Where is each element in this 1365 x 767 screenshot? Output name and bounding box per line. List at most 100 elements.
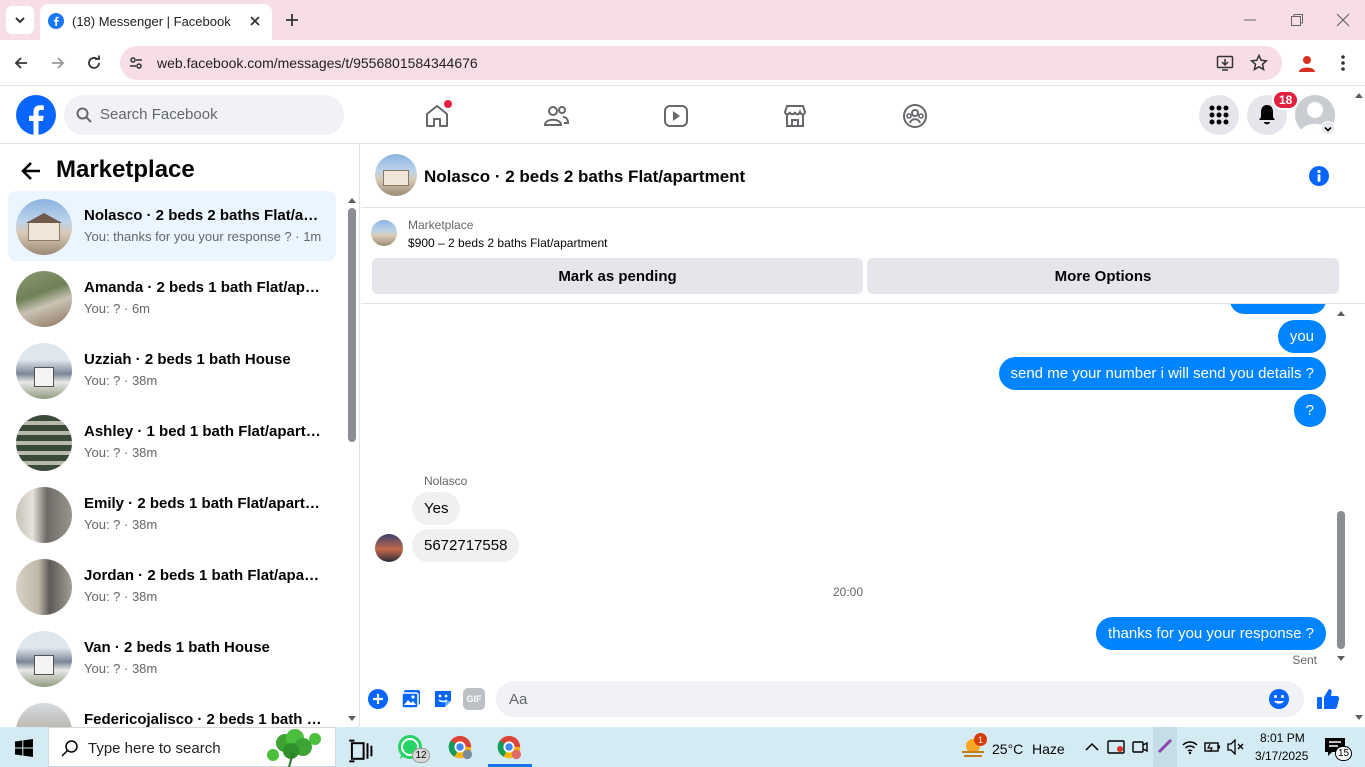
panel-title: Marketplace bbox=[56, 156, 195, 183]
conversation-title: Nolasco · 2 beds 2 baths Flat/apartment bbox=[84, 207, 324, 224]
mark-as-pending-button[interactable]: Mark as pending bbox=[372, 258, 863, 294]
conversation-item[interactable]: Emily · 2 beds 1 bath Flat/apartment You… bbox=[8, 479, 336, 549]
back-arrow-icon[interactable] bbox=[20, 160, 42, 182]
clock-time[interactable]: 8:01 PM bbox=[1260, 731, 1305, 745]
conversation-list-panel: Marketplace Nolasco · 2 beds 2 baths Fla… bbox=[0, 144, 360, 727]
browser-toolbar: web.facebook.com/messages/t/955680158434… bbox=[0, 40, 1365, 86]
video-icon[interactable] bbox=[662, 102, 690, 130]
incoming-message[interactable]: Yes bbox=[412, 492, 461, 525]
menu-button[interactable] bbox=[1199, 95, 1239, 135]
gif-button[interactable]: GIF bbox=[463, 688, 485, 710]
chat-scroll-down-icon[interactable] bbox=[1336, 655, 1346, 663]
grid-menu-icon bbox=[1209, 105, 1229, 125]
profile-icon[interactable] bbox=[1297, 53, 1317, 73]
kebab-menu-icon[interactable] bbox=[1337, 54, 1349, 72]
conversation-item[interactable]: Jordan · 2 beds 1 bath Flat/apartment Yo… bbox=[8, 551, 336, 621]
reload-icon[interactable] bbox=[86, 55, 102, 71]
battery-icon[interactable] bbox=[1204, 739, 1222, 755]
conversation-preview: You: ? · 38m bbox=[84, 517, 158, 532]
facebook-favicon-icon bbox=[48, 13, 64, 29]
taskbar-search-box[interactable]: Type here to search bbox=[48, 727, 336, 767]
conversation-title: Uzziah · 2 beds 1 bath House bbox=[84, 351, 291, 368]
url-bar[interactable]: web.facebook.com/messages/t/955680158434… bbox=[120, 46, 1282, 80]
close-window-icon[interactable] bbox=[1336, 13, 1350, 27]
incoming-message[interactable]: 5672717558 bbox=[412, 529, 520, 562]
chrome-active-icon[interactable] bbox=[496, 734, 522, 760]
wifi-icon[interactable] bbox=[1182, 739, 1198, 755]
photo-icon[interactable] bbox=[400, 688, 422, 710]
install-app-icon[interactable] bbox=[1216, 54, 1234, 72]
chat-scrollbar-thumb[interactable] bbox=[1337, 511, 1345, 649]
conversation-item[interactable]: Uzziah · 2 beds 1 bath House You: ? · 38… bbox=[8, 335, 336, 405]
account-menu-chevron[interactable] bbox=[1321, 121, 1335, 135]
windows-start-icon[interactable] bbox=[15, 739, 33, 757]
info-icon[interactable] bbox=[1308, 165, 1330, 187]
chat-avatar[interactable] bbox=[375, 154, 417, 196]
outgoing-message[interactable]: send me your number i will send you deta… bbox=[998, 357, 1326, 390]
chat-scroll-up-icon[interactable] bbox=[1336, 309, 1346, 317]
conversation-item[interactable]: Federicojalisco · 2 beds 1 bath Flat/apa… bbox=[8, 695, 336, 727]
back-icon[interactable] bbox=[13, 55, 29, 71]
volume-muted-icon[interactable] bbox=[1227, 739, 1245, 755]
friends-icon[interactable] bbox=[542, 102, 570, 130]
pen-tray-button[interactable] bbox=[1153, 727, 1177, 767]
facebook-header: Search Facebook 18 bbox=[0, 87, 1365, 144]
bookmark-star-icon[interactable] bbox=[1250, 54, 1268, 72]
list-scrollbar-thumb[interactable] bbox=[348, 208, 356, 442]
conversation-item[interactable]: Amanda · 2 beds 1 bath Flat/apartment Yo… bbox=[8, 263, 336, 333]
search-icon bbox=[61, 740, 78, 757]
weather-badge: 1 bbox=[974, 733, 987, 746]
restore-icon[interactable] bbox=[1290, 13, 1304, 27]
message-input[interactable]: Aa bbox=[496, 681, 1304, 717]
whatsapp-taskbar-button[interactable]: 12 bbox=[396, 733, 430, 763]
notification-center-button[interactable]: 15 bbox=[1322, 735, 1352, 761]
facebook-logo-icon[interactable] bbox=[16, 95, 56, 135]
sender-avatar[interactable] bbox=[375, 534, 403, 562]
clock-date[interactable]: 3/17/2025 bbox=[1255, 749, 1308, 763]
outgoing-message[interactable]: thanks for you your response ? bbox=[1096, 617, 1326, 650]
conversation-item[interactable]: Van · 2 beds 1 bath House You: ? · 38m bbox=[8, 623, 336, 693]
chrome-profile-icon[interactable] bbox=[447, 734, 473, 760]
more-options-button[interactable]: More Options bbox=[867, 258, 1339, 294]
active-tab[interactable]: (18) Messenger | Facebook bbox=[40, 4, 272, 40]
sticker-icon[interactable] bbox=[432, 688, 454, 710]
conversation-item[interactable]: Ashley · 1 bed 1 bath Flat/apartment You… bbox=[8, 407, 336, 477]
message-timestamp: 20:00 bbox=[833, 585, 864, 599]
outgoing-message[interactable]: ? bbox=[1293, 394, 1326, 427]
show-hidden-icons-icon[interactable] bbox=[1085, 742, 1099, 752]
outgoing-message[interactable]: you bbox=[1277, 320, 1326, 353]
shamrock-decoration-icon bbox=[267, 729, 321, 767]
forward-icon[interactable] bbox=[50, 55, 66, 71]
tray-app-icon[interactable] bbox=[1107, 738, 1125, 756]
new-tab-icon[interactable] bbox=[284, 12, 300, 28]
meet-now-icon[interactable] bbox=[1132, 739, 1148, 755]
minimize-icon[interactable] bbox=[1243, 14, 1257, 26]
search-placeholder: Search Facebook bbox=[100, 106, 218, 123]
notification-center-count: 15 bbox=[1337, 748, 1350, 759]
tab-list-button[interactable] bbox=[6, 6, 34, 34]
plus-circle-icon[interactable] bbox=[367, 688, 389, 710]
conversation-preview: You: ? · 38m bbox=[84, 661, 158, 676]
scroll-up-arrow-icon[interactable] bbox=[347, 196, 357, 204]
weather-widget[interactable]: 1 25°C Haze bbox=[960, 733, 1070, 763]
bell-icon bbox=[1259, 105, 1275, 125]
thumbs-up-icon[interactable] bbox=[1316, 687, 1340, 711]
marketplace-icon[interactable] bbox=[781, 102, 809, 130]
site-info-icon[interactable] bbox=[128, 55, 144, 71]
nav-home[interactable] bbox=[423, 100, 452, 130]
conversation-preview: You: ? · 6m bbox=[84, 301, 151, 316]
page-scroll-down-icon[interactable] bbox=[1354, 714, 1364, 722]
page-scroll-up-icon[interactable] bbox=[1354, 91, 1364, 99]
conversation-preview: You: thanks for you your response ? · 1m bbox=[84, 229, 322, 244]
scroll-down-arrow-icon[interactable] bbox=[347, 715, 357, 723]
notification-center-badge: 15 bbox=[1335, 746, 1352, 761]
groups-icon[interactable] bbox=[901, 102, 929, 130]
facebook-search-input[interactable]: Search Facebook bbox=[64, 95, 344, 135]
chat-title[interactable]: Nolasco · 2 beds 2 baths Flat/apartment bbox=[424, 167, 745, 187]
emoji-icon[interactable] bbox=[1268, 688, 1290, 710]
conversation-item[interactable]: Nolasco · 2 beds 2 baths Flat/apartment … bbox=[8, 191, 336, 261]
taskbar-search-placeholder: Type here to search bbox=[88, 740, 221, 757]
whatsapp-badge: 12 bbox=[412, 748, 430, 763]
task-view-icon[interactable] bbox=[348, 738, 374, 764]
close-tab-icon[interactable] bbox=[248, 14, 262, 28]
